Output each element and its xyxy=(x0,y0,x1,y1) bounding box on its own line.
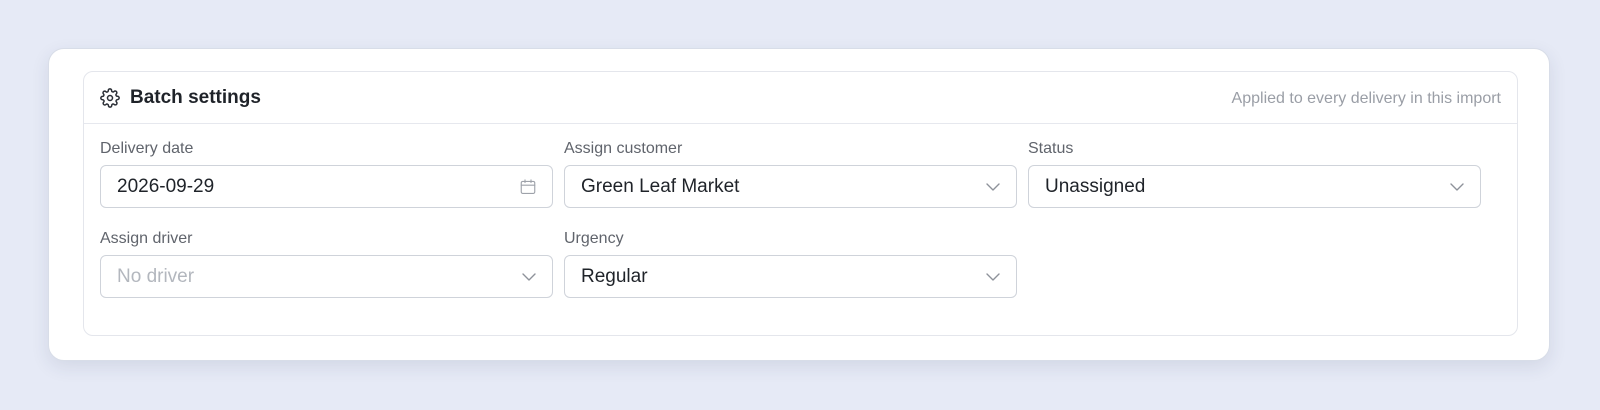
delivery-date-label: Delivery date xyxy=(100,140,194,157)
status-value: Unassigned xyxy=(1045,176,1146,197)
batch-settings-panel: Batch settings Applied to every delivery… xyxy=(83,71,1518,336)
calendar-icon[interactable] xyxy=(519,178,537,196)
status-label: Status xyxy=(1028,140,1074,157)
customer-value: Green Leaf Market xyxy=(581,176,740,197)
driver-placeholder: No driver xyxy=(117,266,195,287)
panel-title: Batch settings xyxy=(130,87,261,108)
status-select[interactable]: Unassigned xyxy=(1028,165,1481,208)
chevron-down-icon[interactable] xyxy=(986,271,1000,283)
urgency-value: Regular xyxy=(581,266,648,287)
batch-settings-card: Batch settings Applied to every delivery… xyxy=(48,48,1550,361)
driver-select[interactable]: No driver xyxy=(100,255,553,298)
chevron-down-icon[interactable] xyxy=(1450,181,1464,193)
urgency-label: Urgency xyxy=(564,230,624,247)
panel-hint: Applied to every delivery in this import xyxy=(1231,90,1501,107)
customer-label: Assign customer xyxy=(564,140,683,157)
customer-select[interactable]: Green Leaf Market xyxy=(564,165,1017,208)
chevron-down-icon[interactable] xyxy=(986,181,1000,193)
delivery-date-value: 2026-09-29 xyxy=(117,176,215,197)
driver-label: Assign driver xyxy=(100,230,193,247)
chevron-down-icon[interactable] xyxy=(522,271,536,283)
gear-icon xyxy=(100,88,120,108)
urgency-select[interactable]: Regular xyxy=(564,255,1017,298)
delivery-date-input[interactable]: 2026-09-29 xyxy=(100,165,553,208)
panel-header: Batch settings Applied to every delivery… xyxy=(84,72,1517,124)
